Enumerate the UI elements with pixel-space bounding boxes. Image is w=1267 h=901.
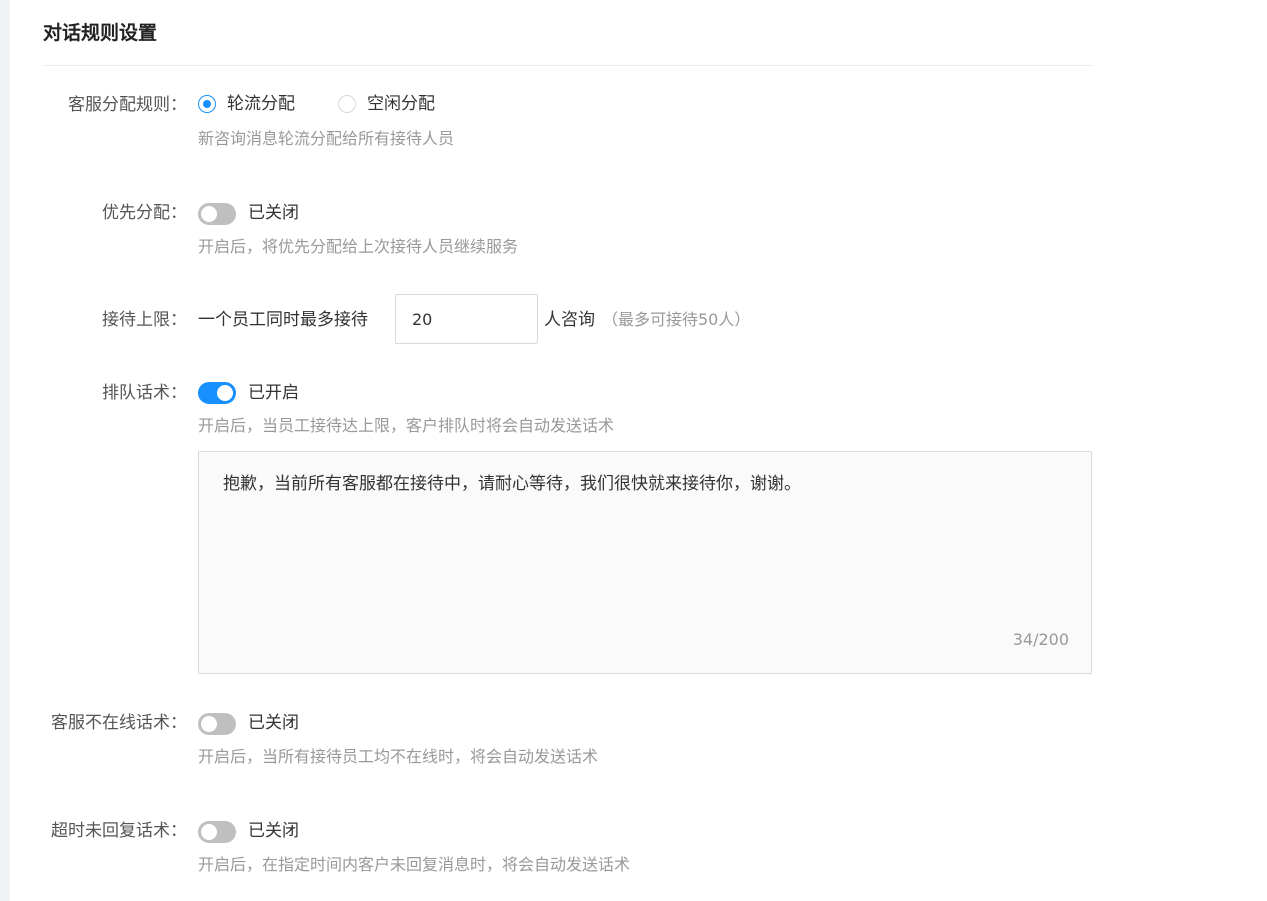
limit-note: （最多可接待50人） — [602, 310, 751, 329]
offline-toggle[interactable] — [198, 713, 236, 735]
priority-label: 优先分配： — [102, 203, 187, 223]
radio-round-robin-label[interactable]: 轮流分配 — [227, 92, 295, 116]
queue-label: 排队话术： — [102, 383, 187, 403]
radio-idle-assign[interactable] — [338, 95, 356, 113]
toggle-knob — [201, 824, 217, 840]
priority-hint: 开启后，将优先分配给上次接待人员继续服务 — [198, 237, 519, 256]
timeout-state: 已关闭 — [248, 821, 299, 841]
queue-message-textarea[interactable]: 抱歉，当前所有客服都在接待中，请耐心等待，我们很快就来接待你，谢谢。 34/20… — [198, 451, 1092, 674]
limit-prefix: 一个员工同时最多接待 — [198, 310, 368, 330]
offline-state: 已关闭 — [248, 713, 299, 733]
toggle-knob — [201, 206, 217, 222]
radio-idle-assign-label[interactable]: 空闲分配 — [367, 92, 435, 116]
timeout-toggle[interactable] — [198, 821, 236, 843]
toggle-knob — [201, 716, 217, 732]
radio-dot-icon — [202, 99, 211, 108]
limit-input[interactable] — [395, 294, 538, 344]
assign-rule-label: 客服分配规则： — [68, 95, 187, 115]
radio-round-robin[interactable] — [198, 95, 216, 113]
queue-state: 已开启 — [248, 383, 299, 403]
left-gutter — [0, 0, 10, 901]
limit-suffix: 人咨询 — [544, 310, 595, 330]
limit-label: 接待上限： — [102, 310, 187, 330]
timeout-hint: 开启后，在指定时间内客户未回复消息时，将会自动发送话术 — [198, 855, 631, 874]
priority-state: 已关闭 — [248, 203, 299, 223]
offline-hint: 开启后，当所有接待员工均不在线时，将会自动发送话术 — [198, 747, 599, 766]
queue-toggle[interactable] — [198, 382, 236, 404]
queue-message-text: 抱歉，当前所有客服都在接待中，请耐心等待，我们很快就来接待你，谢谢。 — [223, 474, 801, 494]
queue-hint: 开启后，当员工接待达上限，客户排队时将会自动发送话术 — [198, 416, 615, 435]
toggle-knob — [217, 385, 233, 401]
queue-char-counter: 34/200 — [1012, 630, 1069, 649]
section-divider — [43, 65, 1093, 66]
section-title: 对话规则设置 — [43, 22, 158, 44]
offline-label: 客服不在线话术： — [51, 713, 187, 733]
timeout-label: 超时未回复话术： — [51, 821, 187, 841]
priority-toggle[interactable] — [198, 203, 236, 225]
assign-rule-hint: 新咨询消息轮流分配给所有接待人员 — [198, 129, 455, 148]
